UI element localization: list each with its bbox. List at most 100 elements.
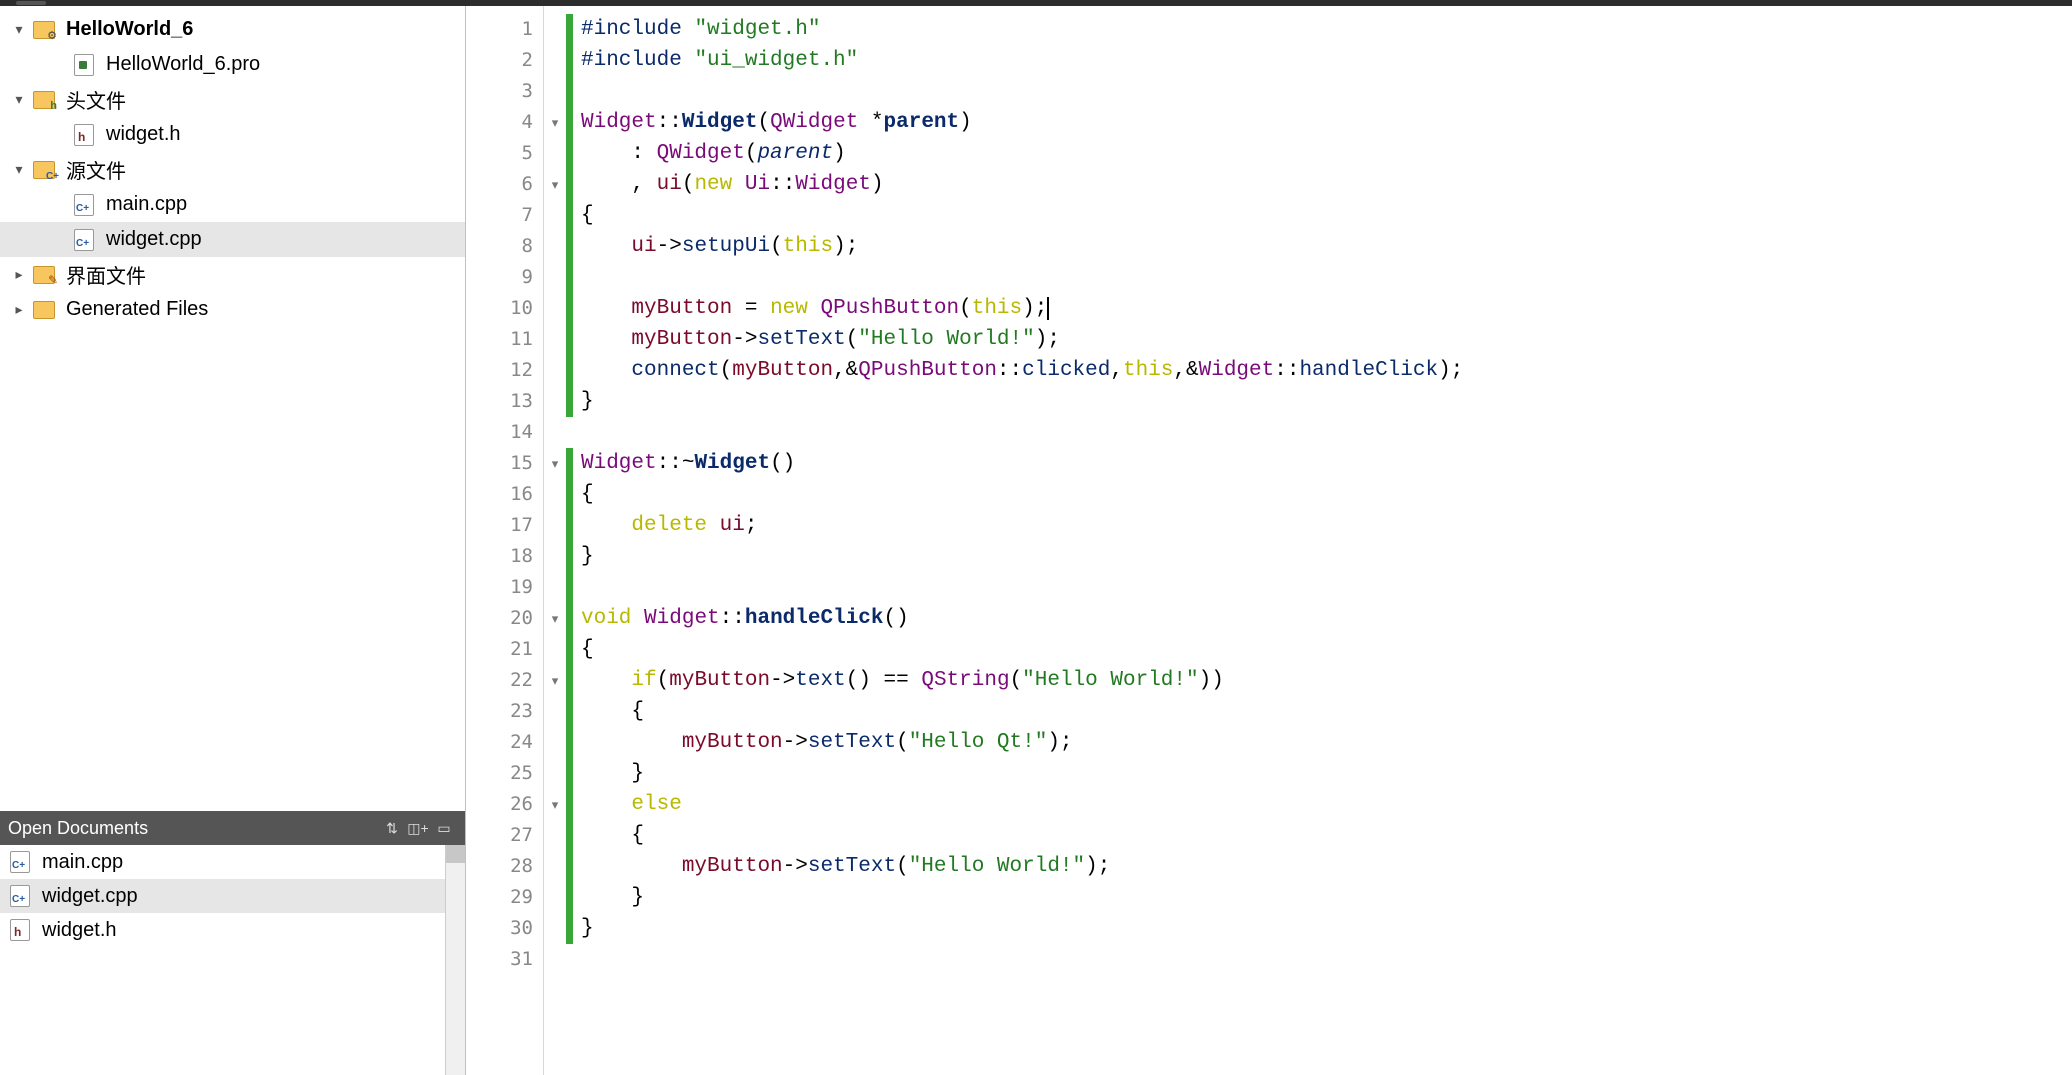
code-line[interactable]: { [581,200,2072,231]
line-number[interactable]: 11 [466,324,543,355]
expand-toggle-icon[interactable]: ▾ [6,161,32,178]
open-document-item[interactable]: main.cpp [0,845,465,879]
project-tree-item[interactable]: ▾源文件 [0,152,465,187]
line-number[interactable]: 14 [466,417,543,448]
fold-toggle-icon[interactable]: ▾ [544,107,566,138]
code-line[interactable]: , ui(new Ui::Widget) [581,169,2072,200]
line-number[interactable]: 24 [466,727,543,758]
code-line[interactable]: void Widget::handleClick() [581,603,2072,634]
project-tree-item[interactable]: widget.h [0,117,465,152]
code-line[interactable]: { [581,820,2072,851]
split-icon[interactable]: ◫+ [405,817,431,839]
code-line[interactable] [581,944,2072,975]
line-number[interactable]: 10 [466,293,543,324]
line-number[interactable]: 6 [466,169,543,200]
code-line[interactable]: Widget::Widget(QWidget *parent) [581,107,2072,138]
code-line[interactable]: } [581,541,2072,572]
line-number[interactable]: 19 [466,572,543,603]
open-documents-list[interactable]: main.cpp widget.cpp widget.h [0,845,465,1075]
line-number[interactable]: 1 [466,14,543,45]
fold-toggle-icon[interactable]: ▾ [544,448,566,479]
sort-icon[interactable]: ⇅ [379,817,405,839]
code-line[interactable] [581,76,2072,107]
code-line[interactable]: { [581,634,2072,665]
line-number[interactable]: 17 [466,510,543,541]
fold-toggle-icon[interactable]: ▾ [544,169,566,200]
line-number[interactable]: 16 [466,479,543,510]
open-document-label: widget.cpp [42,885,138,908]
code-line[interactable] [581,572,2072,603]
code-line[interactable]: connect(myButton,&QPushButton::clicked,t… [581,355,2072,386]
open-document-item[interactable]: widget.cpp [0,879,465,913]
line-number[interactable]: 7 [466,200,543,231]
fold-toggle-icon[interactable]: ▾ [544,665,566,696]
code-line[interactable]: } [581,913,2072,944]
code-line[interactable]: { [581,696,2072,727]
line-number[interactable]: 30 [466,913,543,944]
code-line[interactable]: } [581,758,2072,789]
open-docs-scrollbar[interactable] [445,845,465,1075]
line-number[interactable]: 27 [466,820,543,851]
line-number[interactable]: 3 [466,76,543,107]
expand-toggle-icon[interactable]: ▾ [6,91,32,108]
line-number[interactable]: 21 [466,634,543,665]
line-number[interactable]: 26 [466,789,543,820]
project-tree-item[interactable]: ▾HelloWorld_6 [0,12,465,47]
code-line[interactable]: #include "widget.h" [581,14,2072,45]
line-number[interactable]: 18 [466,541,543,572]
code-line[interactable]: if(myButton->text() == QString("Hello Wo… [581,665,2072,696]
code-editor[interactable]: 1234567891011121314151617181920212223242… [466,6,2072,1075]
line-number[interactable]: 2 [466,45,543,76]
code-line[interactable]: : QWidget(parent) [581,138,2072,169]
open-document-item[interactable]: widget.h [0,913,465,947]
project-tree[interactable]: ▾HelloWorld_6HelloWorld_6.pro▾头文件widget.… [0,6,465,811]
line-number[interactable]: 13 [466,386,543,417]
project-tree-item[interactable]: main.cpp [0,187,465,222]
project-tree-item[interactable]: widget.cpp [0,222,465,257]
project-tree-item[interactable]: ▸界面文件 [0,257,465,292]
project-tree-item[interactable]: ▸Generated Files [0,292,465,327]
code-line[interactable]: #include "ui_widget.h" [581,45,2072,76]
line-number[interactable]: 5 [466,138,543,169]
line-number[interactable]: 28 [466,851,543,882]
fold-toggle-icon[interactable]: ▾ [544,603,566,634]
code-line[interactable]: myButton = new QPushButton(this); [581,293,2072,324]
fold-toggle-icon [544,696,566,727]
line-number[interactable]: 8 [466,231,543,262]
code-line[interactable] [581,262,2072,293]
code-line[interactable] [581,417,2072,448]
code-area[interactable]: #include "widget.h"#include "ui_widget.h… [573,6,2072,1075]
expand-toggle-icon[interactable]: ▾ [6,21,32,38]
line-number[interactable]: 29 [466,882,543,913]
line-number[interactable]: 31 [466,944,543,975]
line-number[interactable]: 25 [466,758,543,789]
fold-column[interactable]: ▾ ▾ ▾ ▾ ▾ ▾ [544,6,566,1075]
line-number[interactable]: 23 [466,696,543,727]
code-line[interactable]: Widget::~Widget() [581,448,2072,479]
line-number[interactable]: 4 [466,107,543,138]
pro-file-icon [72,53,96,77]
line-number[interactable]: 20 [466,603,543,634]
code-line[interactable]: delete ui; [581,510,2072,541]
code-line[interactable]: { [581,479,2072,510]
code-line[interactable]: myButton->setText("Hello World!"); [581,851,2072,882]
code-line[interactable]: } [581,386,2072,417]
line-number[interactable]: 9 [466,262,543,293]
line-number[interactable]: 12 [466,355,543,386]
project-tree-item[interactable]: ▾头文件 [0,82,465,117]
expand-toggle-icon[interactable]: ▸ [6,266,32,283]
line-number[interactable]: 15 [466,448,543,479]
close-pane-icon[interactable]: ▭ [431,817,457,839]
project-tree-item[interactable]: HelloWorld_6.pro [0,47,465,82]
line-number-gutter[interactable]: 1234567891011121314151617181920212223242… [466,6,544,1075]
code-line[interactable]: } [581,882,2072,913]
change-marker [566,355,573,386]
fold-toggle-icon [544,572,566,603]
code-line[interactable]: myButton->setText("Hello Qt!"); [581,727,2072,758]
line-number[interactable]: 22 [466,665,543,696]
code-line[interactable]: ui->setupUi(this); [581,231,2072,262]
fold-toggle-icon[interactable]: ▾ [544,789,566,820]
expand-toggle-icon[interactable]: ▸ [6,301,32,318]
code-line[interactable]: myButton->setText("Hello World!"); [581,324,2072,355]
code-line[interactable]: else [581,789,2072,820]
